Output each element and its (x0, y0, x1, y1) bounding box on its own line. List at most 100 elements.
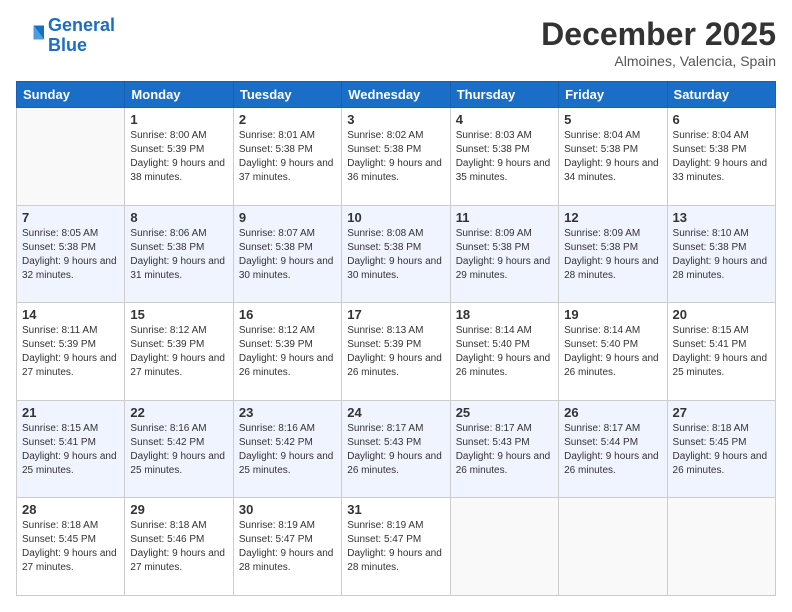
day-number: 26 (564, 405, 661, 420)
day-info: Sunrise: 8:02 AM Sunset: 5:38 PM Dayligh… (347, 129, 444, 185)
calendar-row: 1 Sunrise: 8:00 AM Sunset: 5:39 PM Dayli… (17, 108, 776, 206)
table-row: 15 Sunrise: 8:12 AM Sunset: 5:39 PM Dayl… (125, 303, 233, 401)
table-row: 30 Sunrise: 8:19 AM Sunset: 5:47 PM Dayl… (233, 498, 341, 596)
day-number: 10 (347, 210, 444, 225)
day-info: Sunrise: 8:05 AM Sunset: 5:38 PM Dayligh… (22, 227, 119, 283)
table-row: 9 Sunrise: 8:07 AM Sunset: 5:38 PM Dayli… (233, 205, 341, 303)
table-row: 19 Sunrise: 8:14 AM Sunset: 5:40 PM Dayl… (559, 303, 667, 401)
th-sunday: Sunday (17, 82, 125, 108)
table-row: 18 Sunrise: 8:14 AM Sunset: 5:40 PM Dayl… (450, 303, 558, 401)
day-number: 29 (130, 502, 227, 517)
day-number: 20 (673, 307, 770, 322)
table-row: 14 Sunrise: 8:11 AM Sunset: 5:39 PM Dayl… (17, 303, 125, 401)
day-info: Sunrise: 8:09 AM Sunset: 5:38 PM Dayligh… (456, 227, 553, 283)
table-row: 17 Sunrise: 8:13 AM Sunset: 5:39 PM Dayl… (342, 303, 450, 401)
day-number: 11 (456, 210, 553, 225)
day-number: 16 (239, 307, 336, 322)
table-row: 16 Sunrise: 8:12 AM Sunset: 5:39 PM Dayl… (233, 303, 341, 401)
calendar-row: 28 Sunrise: 8:18 AM Sunset: 5:45 PM Dayl… (17, 498, 776, 596)
day-number: 1 (130, 112, 227, 127)
table-row (559, 498, 667, 596)
day-info: Sunrise: 8:00 AM Sunset: 5:39 PM Dayligh… (130, 129, 227, 185)
day-info: Sunrise: 8:18 AM Sunset: 5:45 PM Dayligh… (22, 519, 119, 575)
page: General Blue December 2025 Almoines, Val… (0, 0, 792, 612)
calendar: Sunday Monday Tuesday Wednesday Thursday… (16, 81, 776, 596)
day-info: Sunrise: 8:18 AM Sunset: 5:45 PM Dayligh… (673, 422, 770, 478)
table-row: 2 Sunrise: 8:01 AM Sunset: 5:38 PM Dayli… (233, 108, 341, 206)
day-info: Sunrise: 8:15 AM Sunset: 5:41 PM Dayligh… (673, 324, 770, 380)
table-row: 7 Sunrise: 8:05 AM Sunset: 5:38 PM Dayli… (17, 205, 125, 303)
table-row: 31 Sunrise: 8:19 AM Sunset: 5:47 PM Dayl… (342, 498, 450, 596)
day-number: 2 (239, 112, 336, 127)
day-number: 4 (456, 112, 553, 127)
day-info: Sunrise: 8:03 AM Sunset: 5:38 PM Dayligh… (456, 129, 553, 185)
table-row: 22 Sunrise: 8:16 AM Sunset: 5:42 PM Dayl… (125, 400, 233, 498)
day-info: Sunrise: 8:07 AM Sunset: 5:38 PM Dayligh… (239, 227, 336, 283)
day-number: 22 (130, 405, 227, 420)
table-row (450, 498, 558, 596)
th-monday: Monday (125, 82, 233, 108)
calendar-row: 7 Sunrise: 8:05 AM Sunset: 5:38 PM Dayli… (17, 205, 776, 303)
day-number: 27 (673, 405, 770, 420)
day-info: Sunrise: 8:14 AM Sunset: 5:40 PM Dayligh… (456, 324, 553, 380)
day-info: Sunrise: 8:13 AM Sunset: 5:39 PM Dayligh… (347, 324, 444, 380)
day-number: 12 (564, 210, 661, 225)
th-wednesday: Wednesday (342, 82, 450, 108)
day-info: Sunrise: 8:06 AM Sunset: 5:38 PM Dayligh… (130, 227, 227, 283)
day-info: Sunrise: 8:17 AM Sunset: 5:43 PM Dayligh… (347, 422, 444, 478)
logo-line2: Blue (48, 35, 87, 55)
day-number: 23 (239, 405, 336, 420)
day-number: 28 (22, 502, 119, 517)
table-row: 25 Sunrise: 8:17 AM Sunset: 5:43 PM Dayl… (450, 400, 558, 498)
day-number: 13 (673, 210, 770, 225)
day-number: 21 (22, 405, 119, 420)
table-row: 12 Sunrise: 8:09 AM Sunset: 5:38 PM Dayl… (559, 205, 667, 303)
day-info: Sunrise: 8:15 AM Sunset: 5:41 PM Dayligh… (22, 422, 119, 478)
day-info: Sunrise: 8:01 AM Sunset: 5:38 PM Dayligh… (239, 129, 336, 185)
table-row: 8 Sunrise: 8:06 AM Sunset: 5:38 PM Dayli… (125, 205, 233, 303)
day-info: Sunrise: 8:09 AM Sunset: 5:38 PM Dayligh… (564, 227, 661, 283)
day-number: 30 (239, 502, 336, 517)
day-number: 15 (130, 307, 227, 322)
table-row: 21 Sunrise: 8:15 AM Sunset: 5:41 PM Dayl… (17, 400, 125, 498)
day-number: 24 (347, 405, 444, 420)
day-number: 18 (456, 307, 553, 322)
table-row: 11 Sunrise: 8:09 AM Sunset: 5:38 PM Dayl… (450, 205, 558, 303)
day-number: 9 (239, 210, 336, 225)
day-info: Sunrise: 8:04 AM Sunset: 5:38 PM Dayligh… (564, 129, 661, 185)
day-number: 3 (347, 112, 444, 127)
logo-line1: General (48, 15, 115, 35)
th-thursday: Thursday (450, 82, 558, 108)
day-info: Sunrise: 8:14 AM Sunset: 5:40 PM Dayligh… (564, 324, 661, 380)
day-number: 14 (22, 307, 119, 322)
table-row: 13 Sunrise: 8:10 AM Sunset: 5:38 PM Dayl… (667, 205, 775, 303)
day-info: Sunrise: 8:04 AM Sunset: 5:38 PM Dayligh… (673, 129, 770, 185)
day-info: Sunrise: 8:19 AM Sunset: 5:47 PM Dayligh… (347, 519, 444, 575)
day-number: 25 (456, 405, 553, 420)
table-row: 6 Sunrise: 8:04 AM Sunset: 5:38 PM Dayli… (667, 108, 775, 206)
calendar-row: 14 Sunrise: 8:11 AM Sunset: 5:39 PM Dayl… (17, 303, 776, 401)
table-row: 27 Sunrise: 8:18 AM Sunset: 5:45 PM Dayl… (667, 400, 775, 498)
day-info: Sunrise: 8:10 AM Sunset: 5:38 PM Dayligh… (673, 227, 770, 283)
day-info: Sunrise: 8:16 AM Sunset: 5:42 PM Dayligh… (130, 422, 227, 478)
day-info: Sunrise: 8:17 AM Sunset: 5:44 PM Dayligh… (564, 422, 661, 478)
table-row: 29 Sunrise: 8:18 AM Sunset: 5:46 PM Dayl… (125, 498, 233, 596)
table-row: 24 Sunrise: 8:17 AM Sunset: 5:43 PM Dayl… (342, 400, 450, 498)
logo: General Blue (16, 16, 115, 56)
table-row: 28 Sunrise: 8:18 AM Sunset: 5:45 PM Dayl… (17, 498, 125, 596)
day-info: Sunrise: 8:12 AM Sunset: 5:39 PM Dayligh… (239, 324, 336, 380)
th-friday: Friday (559, 82, 667, 108)
title-block: December 2025 Almoines, Valencia, Spain (541, 16, 776, 69)
table-row (667, 498, 775, 596)
day-number: 5 (564, 112, 661, 127)
logo-icon (16, 22, 44, 50)
location: Almoines, Valencia, Spain (541, 53, 776, 69)
table-row: 5 Sunrise: 8:04 AM Sunset: 5:38 PM Dayli… (559, 108, 667, 206)
header: General Blue December 2025 Almoines, Val… (16, 16, 776, 69)
month-title: December 2025 (541, 16, 776, 53)
day-info: Sunrise: 8:17 AM Sunset: 5:43 PM Dayligh… (456, 422, 553, 478)
day-info: Sunrise: 8:18 AM Sunset: 5:46 PM Dayligh… (130, 519, 227, 575)
table-row: 26 Sunrise: 8:17 AM Sunset: 5:44 PM Dayl… (559, 400, 667, 498)
table-row: 10 Sunrise: 8:08 AM Sunset: 5:38 PM Dayl… (342, 205, 450, 303)
day-info: Sunrise: 8:11 AM Sunset: 5:39 PM Dayligh… (22, 324, 119, 380)
